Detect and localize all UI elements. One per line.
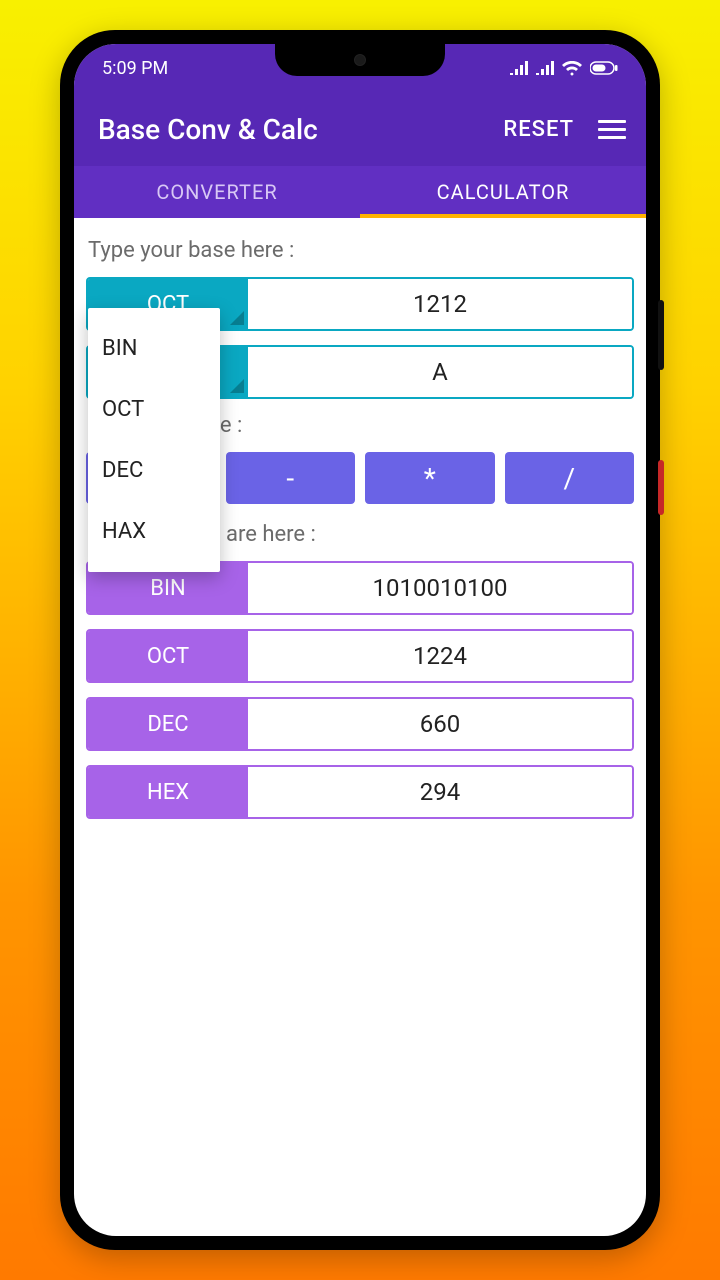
hint-type-base: Type your base here : bbox=[88, 238, 632, 263]
answer-label-hex: HEX bbox=[88, 767, 248, 817]
dropdown-indicator-icon bbox=[230, 311, 244, 325]
phone-frame: 5:09 PM Base Conv & Calc RESET CONVERTER… bbox=[60, 30, 660, 1250]
app-bar: Base Conv & Calc RESET bbox=[74, 92, 646, 166]
dropdown-option-bin[interactable]: BIN bbox=[88, 318, 220, 379]
tab-bar: CONVERTER CALCULATOR bbox=[74, 166, 646, 218]
tab-calculator[interactable]: CALCULATOR bbox=[360, 166, 646, 218]
answer-value-dec: 660 bbox=[248, 699, 632, 749]
dropdown-option-oct[interactable]: OCT bbox=[88, 379, 220, 440]
answer-value-oct: 1224 bbox=[248, 631, 632, 681]
answer-label-dec: DEC bbox=[88, 699, 248, 749]
answer-row-hex: HEX 294 bbox=[86, 765, 634, 819]
status-time: 5:09 PM bbox=[102, 58, 168, 79]
wifi-icon bbox=[562, 61, 582, 76]
content-area: Type your base here : OCT 1212 OCT A Ope… bbox=[74, 218, 646, 847]
notch bbox=[275, 44, 445, 76]
answer-row-dec: DEC 660 bbox=[86, 697, 634, 751]
answer-value-bin: 1010010100 bbox=[248, 563, 632, 613]
screen: 5:09 PM Base Conv & Calc RESET CONVERTER… bbox=[74, 44, 646, 1236]
input-value-1[interactable]: 1212 bbox=[248, 279, 632, 329]
signal-icon bbox=[536, 61, 554, 75]
op-minus[interactable]: - bbox=[226, 452, 356, 504]
menu-icon[interactable] bbox=[598, 120, 626, 139]
app-title: Base Conv & Calc bbox=[98, 113, 503, 146]
dropdown-option-hax[interactable]: HAX bbox=[88, 501, 220, 562]
dropdown-option-dec[interactable]: DEC bbox=[88, 440, 220, 501]
dropdown-indicator-icon bbox=[230, 379, 244, 393]
base-dropdown: BIN OCT DEC HAX bbox=[88, 308, 220, 572]
answer-label-oct: OCT bbox=[88, 631, 248, 681]
input-value-2[interactable]: A bbox=[248, 347, 632, 397]
reset-button[interactable]: RESET bbox=[503, 117, 574, 142]
side-button bbox=[658, 300, 664, 370]
op-multiply[interactable]: * bbox=[365, 452, 495, 504]
op-divide[interactable]: / bbox=[505, 452, 635, 504]
status-icons bbox=[510, 61, 618, 76]
tab-converter[interactable]: CONVERTER bbox=[74, 166, 360, 218]
front-camera bbox=[354, 54, 366, 66]
battery-icon bbox=[590, 61, 618, 75]
answer-row-oct: OCT 1224 bbox=[86, 629, 634, 683]
answer-value-hex: 294 bbox=[248, 767, 632, 817]
side-button-accent bbox=[658, 460, 664, 515]
signal-icon bbox=[510, 61, 528, 75]
